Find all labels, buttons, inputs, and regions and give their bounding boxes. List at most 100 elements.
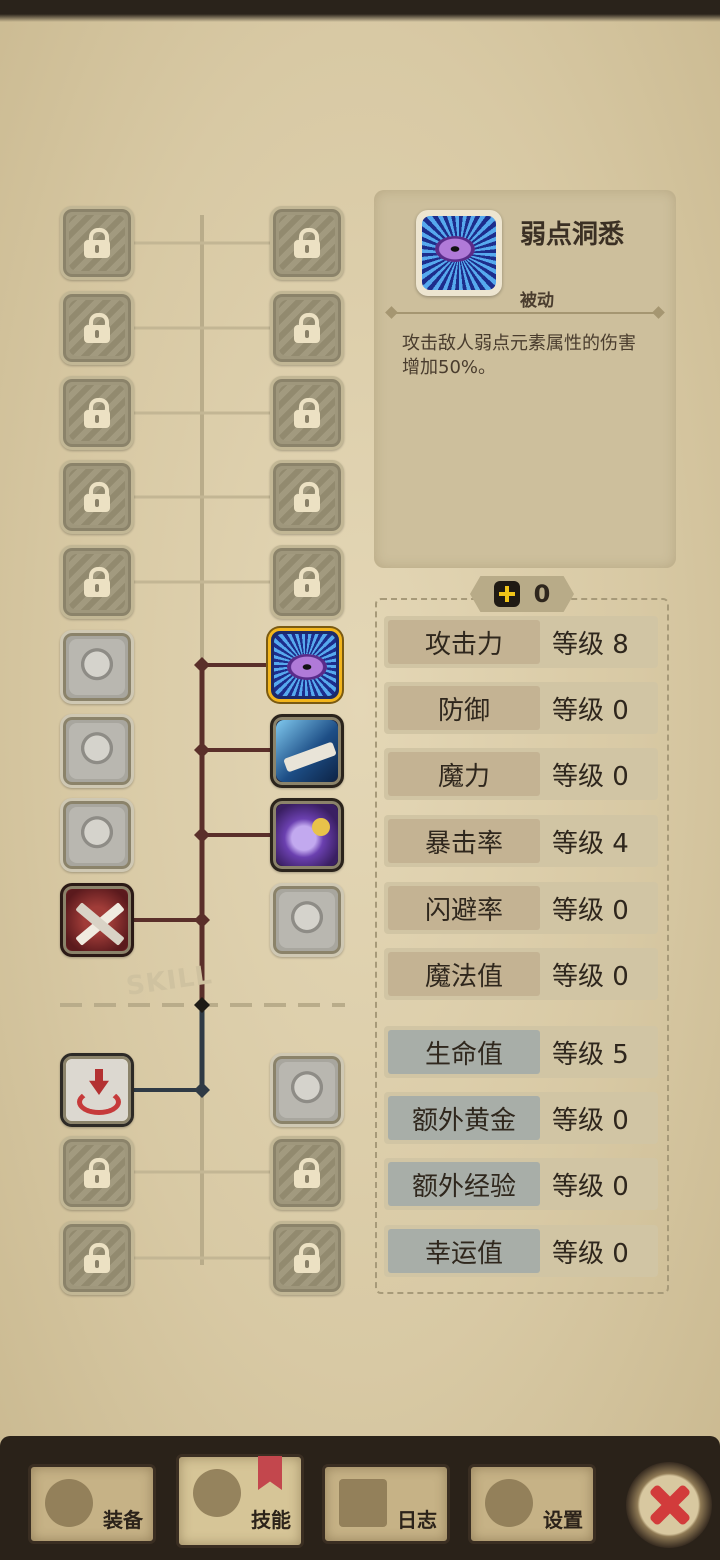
lock-icon bbox=[294, 1158, 320, 1188]
lock-icon bbox=[84, 567, 110, 597]
attribute-level: 等级 0 bbox=[552, 1171, 629, 1202]
attribute-label: 暴击率 bbox=[388, 819, 540, 863]
attribute-label: 额外黄金 bbox=[388, 1096, 540, 1140]
skill-screen: { "tree": { "section_label": "SKILL" }, … bbox=[0, 0, 720, 1560]
attribute-row-bonus-exp[interactable]: 额外经验 等级 0 bbox=[384, 1158, 658, 1210]
crossed-swords-icon bbox=[66, 889, 128, 951]
lightning-icon bbox=[69, 807, 125, 863]
attribute-label: 魔力 bbox=[388, 752, 540, 796]
skill-slot-locked[interactable] bbox=[60, 291, 134, 365]
wind-blade-icon bbox=[276, 720, 338, 782]
attribute-level: 等级 4 bbox=[552, 828, 629, 859]
skill-slot-shadow-strike[interactable] bbox=[60, 714, 134, 788]
skill-slot-lightning[interactable] bbox=[60, 798, 134, 872]
attribute-row-magic[interactable]: 魔力 等级 0 bbox=[384, 748, 658, 800]
skill-type: 被动 bbox=[520, 291, 554, 311]
skill-slot-locked[interactable] bbox=[270, 291, 344, 365]
skill-slot-weakness-insight-selected[interactable] bbox=[268, 628, 342, 702]
tab-label: 设置 bbox=[543, 1508, 583, 1532]
attribute-row-luck[interactable]: 幸运值 等级 0 bbox=[384, 1225, 658, 1277]
attribute-row-bonus-gold[interactable]: 额外黄金 等级 0 bbox=[384, 1092, 658, 1144]
skill-slot-shield-down[interactable] bbox=[60, 1053, 134, 1127]
attribute-row-attack[interactable]: 攻击力 等级 8 bbox=[384, 616, 658, 668]
attribute-level: 等级 0 bbox=[552, 1105, 629, 1136]
skill-slot-crossed-swords[interactable] bbox=[60, 883, 134, 957]
lock-icon bbox=[294, 482, 320, 512]
attribute-level: 等级 0 bbox=[552, 695, 629, 726]
tab-settings[interactable]: 设置 bbox=[468, 1464, 596, 1544]
skill-slot-wind-blade[interactable] bbox=[270, 714, 344, 788]
close-icon bbox=[647, 1483, 691, 1527]
gear-icon bbox=[485, 1479, 533, 1527]
attribute-level: 等级 5 bbox=[552, 1039, 629, 1070]
skill-slot-watchful-eye[interactable] bbox=[270, 1053, 344, 1127]
points-available: 0 bbox=[533, 580, 551, 608]
skill-description: 攻击敌人弱点元素属性的伤害增加50%。 bbox=[402, 333, 636, 378]
skill-slot-dagger[interactable] bbox=[60, 630, 134, 704]
skill-slot-locked[interactable] bbox=[270, 1136, 344, 1210]
lock-icon bbox=[84, 482, 110, 512]
plus-icon[interactable] bbox=[493, 581, 520, 607]
lock-icon bbox=[84, 398, 110, 428]
lock-icon bbox=[294, 398, 320, 428]
attribute-label: 闪避率 bbox=[388, 886, 540, 930]
lock-icon bbox=[84, 1158, 110, 1188]
skill-slot-locked[interactable] bbox=[60, 1136, 134, 1210]
weakness-eye-icon bbox=[274, 634, 336, 696]
axe-icon bbox=[45, 1479, 93, 1527]
attribute-level: 等级 8 bbox=[552, 629, 629, 660]
skill-slot-locked[interactable] bbox=[270, 206, 344, 280]
skill-slot-locked[interactable] bbox=[270, 545, 344, 619]
skill-slot-locked[interactable] bbox=[60, 206, 134, 280]
attribute-row-defense[interactable]: 防御 等级 0 bbox=[384, 682, 658, 734]
tab-skills[interactable]: 技能 bbox=[176, 1454, 304, 1548]
lock-icon bbox=[294, 228, 320, 258]
tab-equipment[interactable]: 装备 bbox=[28, 1464, 156, 1544]
attribute-points: 0 bbox=[470, 576, 574, 612]
skill-slot-locked[interactable] bbox=[270, 1221, 344, 1295]
skill-slot-locked[interactable] bbox=[60, 1221, 134, 1295]
skill-slot-locked[interactable] bbox=[60, 460, 134, 534]
divider bbox=[390, 312, 660, 314]
watchful-eye-icon bbox=[279, 1062, 335, 1118]
lock-icon bbox=[294, 1243, 320, 1273]
attribute-row-dodge-rate[interactable]: 闪避率 等级 0 bbox=[384, 882, 658, 934]
attribute-level: 等级 0 bbox=[552, 1238, 629, 1269]
skill-slot-locked[interactable] bbox=[60, 545, 134, 619]
tab-journal[interactable]: 日志 bbox=[322, 1464, 450, 1544]
skill-slot-magic-orb[interactable] bbox=[270, 798, 344, 872]
skill-ring-icon bbox=[193, 1469, 241, 1517]
lock-icon bbox=[84, 228, 110, 258]
journal-icon bbox=[339, 1479, 387, 1527]
magic-orb-icon bbox=[276, 804, 338, 866]
tab-label: 日志 bbox=[397, 1508, 437, 1532]
attribute-row-crit-rate[interactable]: 暴击率 等级 4 bbox=[384, 815, 658, 867]
attribute-row-mana[interactable]: 魔法值 等级 0 bbox=[384, 948, 658, 1000]
attribute-level: 等级 0 bbox=[552, 895, 629, 926]
attribute-level: 等级 0 bbox=[552, 961, 629, 992]
dagger-icon bbox=[69, 639, 125, 695]
lock-icon bbox=[84, 1243, 110, 1273]
shadow-strike-icon bbox=[69, 723, 125, 779]
skill-slot-locked[interactable] bbox=[270, 376, 344, 450]
close-button[interactable] bbox=[626, 1462, 712, 1548]
attribute-label: 攻击力 bbox=[388, 620, 540, 664]
attribute-label: 幸运值 bbox=[388, 1229, 540, 1273]
sparkle-figure-icon bbox=[279, 892, 335, 948]
attribute-row-hp[interactable]: 生命值 等级 5 bbox=[384, 1026, 658, 1078]
skill-slot-locked[interactable] bbox=[270, 460, 344, 534]
skill-detail-icon-frame bbox=[416, 210, 502, 296]
skill-slot-locked[interactable] bbox=[60, 376, 134, 450]
attribute-label: 魔法值 bbox=[388, 952, 540, 996]
attribute-label: 防御 bbox=[388, 686, 540, 730]
attribute-label: 生命值 bbox=[388, 1030, 540, 1074]
lock-icon bbox=[84, 313, 110, 343]
attribute-level: 等级 0 bbox=[552, 761, 629, 792]
skill-name: 弱点洞悉 bbox=[520, 220, 625, 250]
skill-slot-sparkle-figure[interactable] bbox=[270, 883, 344, 957]
tab-label: 技能 bbox=[251, 1508, 291, 1532]
attribute-label: 额外经验 bbox=[388, 1162, 540, 1206]
skill-detail-panel: 弱点洞悉 被动 攻击敌人弱点元素属性的伤害增加50%。 bbox=[374, 190, 676, 568]
shield-down-icon bbox=[66, 1059, 128, 1121]
weakness-eye-icon bbox=[422, 216, 496, 290]
